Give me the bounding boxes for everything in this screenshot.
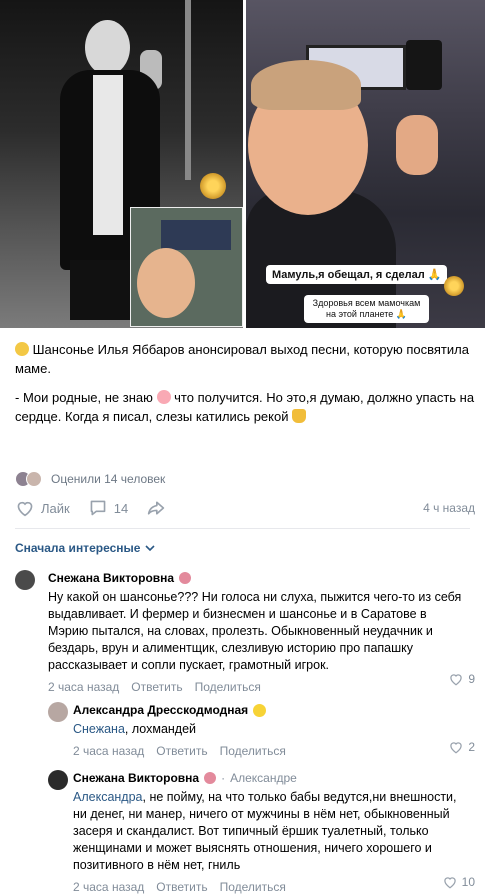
sticker-icon (444, 276, 464, 296)
comment-author[interactable]: Снежана Викторовна (48, 570, 468, 586)
rater-avatars (15, 471, 47, 487)
share-comment-button[interactable]: Поделиться (220, 880, 286, 894)
comments-sort-dropdown[interactable]: Сначала интересные (15, 541, 156, 555)
duck-icon (253, 703, 267, 717)
comments-count: 14 (113, 500, 129, 516)
reply-to-link[interactable]: Александре (230, 770, 297, 786)
comments-button[interactable]: 14 (88, 499, 128, 517)
sort-label: Сначала интересные (15, 541, 141, 555)
avatar[interactable] (15, 570, 35, 590)
story-caption-main: Мамуль,я обещал, я сделал 🙏 (266, 265, 448, 284)
like-count: 2 (468, 740, 475, 754)
shy-face-icon (156, 390, 171, 404)
comment-author[interactable]: Александра Дресскодмодная (73, 702, 453, 718)
share-button[interactable] (146, 499, 172, 517)
like-label: Лайк (41, 500, 70, 516)
story-caption-sub: Здоровья всем мамочкам на этой планете 🙏 (304, 295, 429, 323)
post-text-line-2a: - Мои родные, не знаю (15, 390, 153, 405)
comment-time[interactable]: 2 часа назад (73, 880, 144, 894)
like-count: 9 (468, 672, 475, 686)
comment-meta: 2 часа назад Ответить Поделиться (48, 680, 468, 694)
avatar[interactable] (48, 702, 68, 722)
comment-text-content: , лохмандей (124, 722, 197, 736)
mention-link[interactable]: Снежана (73, 722, 125, 736)
post-paragraph-2: - Мои родные, не знаю что получится. Но … (15, 388, 475, 426)
comment-icon (90, 500, 106, 516)
comment-like-button[interactable]: 10 (442, 875, 475, 889)
share-comment-button[interactable]: Поделиться (220, 744, 286, 758)
comment-text: Ну какой он шансонье??? Ни голоса ни слу… (48, 590, 462, 672)
photo-inset-selfie (130, 207, 243, 327)
comment-text: Александра, не пойму, на что только бабы… (73, 789, 468, 874)
comment-time[interactable]: 2 часа назад (48, 680, 119, 694)
post-paragraph-1: Шансонье Илья Яббаров анонсировал выход … (15, 340, 475, 378)
post-actions: Лайк 14 4 ч назад (15, 498, 475, 518)
comment-text: Снежана, лохмандей (73, 721, 453, 738)
reply-button[interactable]: Ответить (131, 680, 182, 694)
comment-reply: Александра Дресскодмодная Снежана, лохма… (48, 702, 475, 762)
comment-reply: Снежана Викторовна · Александре Александ… (48, 770, 475, 894)
paw-icon (179, 572, 192, 584)
photo-studio-selfie[interactable]: Мамуль,я обещал, я сделал 🙏 Здоровья все… (246, 0, 485, 328)
heart-icon (17, 501, 33, 517)
sticker-icon (200, 173, 226, 199)
relieved-face-icon (15, 342, 29, 356)
avatar (26, 471, 42, 487)
photo-studio-bw[interactable] (0, 0, 243, 328)
post-photos: Мамуль,я обещал, я сделал 🙏 Здоровья все… (0, 0, 485, 328)
chevron-down-icon (145, 544, 156, 551)
rated-summary[interactable]: Оценили 14 человек (15, 471, 165, 487)
rated-count-label: Оценили 14 человек (51, 472, 166, 486)
comment-like-button[interactable]: 2 (448, 740, 475, 754)
share-comment-button[interactable]: Поделиться (195, 680, 261, 694)
paw-icon (204, 772, 217, 784)
post-text-line-1: Шансонье Илья Яббаров анонсировал выход … (15, 342, 469, 376)
like-count: 10 (461, 875, 475, 889)
author-name: Александра Дресскодмодная (73, 703, 249, 717)
heart-icon (450, 742, 463, 754)
heart-icon (450, 674, 463, 686)
like-button[interactable]: Лайк (15, 499, 70, 517)
author-name[interactable]: Снежана Викторовна (73, 770, 199, 786)
praying-hands-icon (292, 409, 307, 423)
reply-to-separator: · (221, 771, 226, 785)
share-icon (148, 501, 165, 515)
comment-body: Снежана Викторовна · Александре Александ… (73, 770, 468, 894)
post-time[interactable]: 4 ч назад (423, 501, 475, 515)
author-name: Снежана Викторовна (48, 571, 175, 585)
avatar[interactable] (48, 770, 68, 790)
comment-like-button[interactable]: 9 (448, 672, 475, 686)
comment-meta: 2 часа назад Ответить Поделиться (73, 880, 468, 894)
comment-time[interactable]: 2 часа назад (73, 744, 144, 758)
comment-body: Александра Дресскодмодная Снежана, лохма… (73, 702, 453, 758)
heart-icon (443, 877, 456, 889)
reply-button[interactable]: Ответить (156, 744, 207, 758)
post-text: Шансонье Илья Яббаров анонсировал выход … (15, 340, 475, 436)
comment: Снежана Викторовна Ну какой он шансонье?… (15, 570, 475, 694)
divider (15, 528, 470, 529)
comment-meta: 2 часа назад Ответить Поделиться (73, 744, 453, 758)
comment-author: Снежана Викторовна · Александре (73, 770, 468, 786)
comment-body: Снежана Викторовна Ну какой он шансонье?… (48, 570, 468, 694)
reply-button[interactable]: Ответить (156, 880, 207, 894)
mention-link[interactable]: Александра (73, 790, 143, 804)
